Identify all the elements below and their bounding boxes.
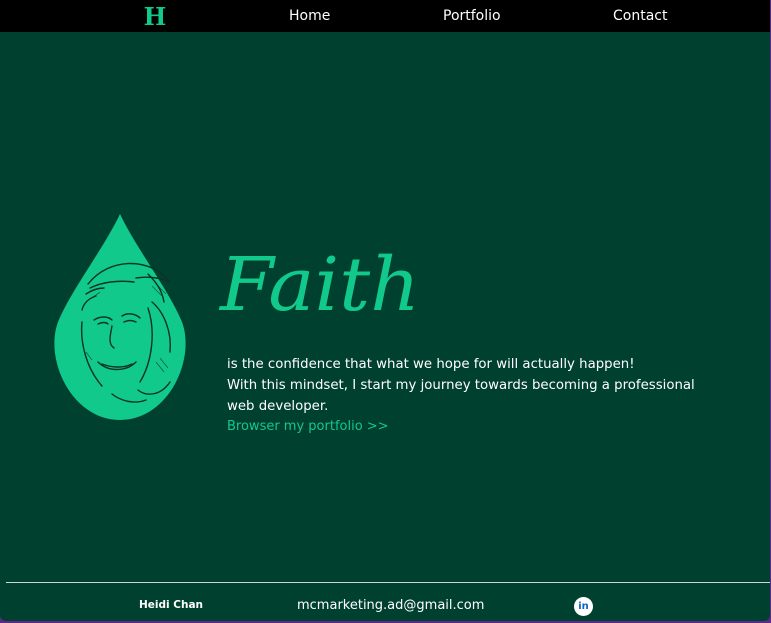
hero-line-1: is the confidence that what we hope for …	[227, 357, 635, 372]
hero-title-text: Faith	[218, 242, 420, 328]
nav-home-link[interactable]: Home	[289, 8, 330, 24]
logo-letter: H	[144, 4, 167, 28]
water-drop-portrait-icon	[54, 214, 186, 420]
footer-name: Heidi Chan	[139, 599, 204, 611]
logo-icon[interactable]: H	[140, 4, 170, 28]
nav-portfolio-link[interactable]: Portfolio	[443, 8, 501, 24]
nav-contact-link[interactable]: Contact	[613, 8, 667, 24]
hero-line-2: With this mindset, I start my journey to…	[227, 378, 695, 414]
browse-portfolio-link[interactable]: Browser my portfolio >>	[227, 419, 389, 434]
footer-divider	[6, 582, 770, 583]
hero-description: is the confidence that what we hope for …	[227, 354, 697, 417]
linkedin-icon-label: in	[578, 601, 589, 612]
linkedin-icon[interactable]: in	[574, 597, 593, 616]
navbar: H Home Portfolio Contact	[0, 0, 770, 32]
hero-title: Faith	[218, 242, 420, 328]
footer-email[interactable]: mcmarketing.ad@gmail.com	[297, 598, 484, 613]
page: H Home Portfolio Contact Faith is the co…	[0, 0, 770, 621]
